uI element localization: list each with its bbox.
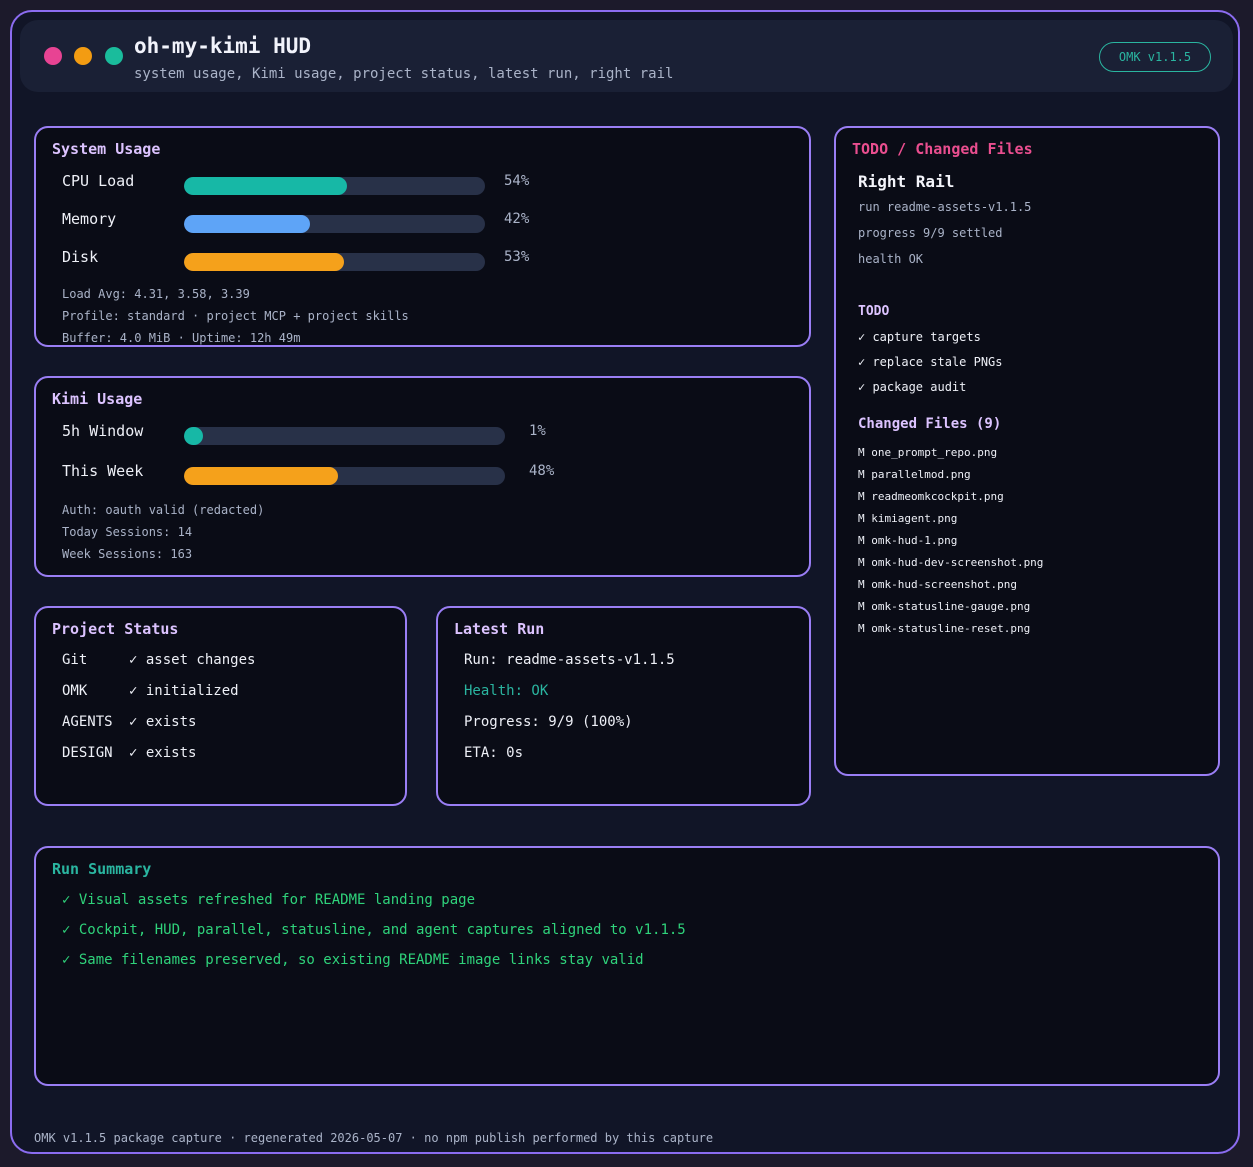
- todo-item[interactable]: ✓ package audit: [858, 380, 966, 394]
- cpu-load-percent: 54%: [504, 173, 530, 189]
- app-title: oh-my-kimi HUD: [134, 34, 312, 58]
- today-sessions: Today Sessions: 14: [62, 525, 193, 539]
- app-subtitle: system usage, Kimi usage, project status…: [134, 66, 674, 82]
- rail-health: health OK: [858, 252, 924, 266]
- project-status-title: Project Status: [52, 620, 179, 638]
- this-week-label: This Week: [62, 462, 144, 480]
- profile-info: Profile: standard · project MCP + projec…: [62, 309, 409, 323]
- cpu-load-fill: [184, 177, 347, 195]
- right-rail-heading: Right Rail: [858, 172, 955, 191]
- summary-line: ✓ Same filenames preserved, so existing …: [62, 952, 644, 968]
- system-usage-title: System Usage: [52, 140, 161, 158]
- disk-percent: 53%: [504, 249, 530, 265]
- right-rail-panel: TODO / Changed Files Right Rail run read…: [834, 126, 1220, 776]
- system-usage-panel: System Usage CPU Load 54% Memory 42% Dis…: [34, 126, 811, 347]
- five-hour-window-label: 5h Window: [62, 422, 144, 440]
- summary-line: ✓ Visual assets refreshed for README lan…: [62, 892, 476, 908]
- rail-run: run readme-assets-v1.1.5: [858, 200, 1032, 214]
- summary-line: ✓ Cockpit, HUD, parallel, statusline, an…: [62, 922, 686, 938]
- hud-header: oh-my-kimi HUD system usage, Kimi usage,…: [20, 20, 1233, 92]
- cpu-load-label: CPU Load: [62, 172, 135, 190]
- status-key: OMK: [62, 683, 88, 699]
- status-value: ✓ initialized: [129, 683, 239, 699]
- changed-file-item[interactable]: M omk-hud-screenshot.png: [858, 578, 1017, 591]
- disk-bar: [184, 253, 485, 271]
- changed-file-item[interactable]: M kimiagent.png: [858, 512, 957, 525]
- version-badge: OMK v1.1.5: [1099, 42, 1211, 72]
- status-key: DESIGN: [62, 745, 113, 761]
- footer-note: OMK v1.1.5 package capture · regenerated…: [34, 1131, 714, 1145]
- memory-fill: [184, 215, 311, 233]
- this-week-fill: [184, 467, 339, 485]
- changed-file-item[interactable]: M omk-hud-dev-screenshot.png: [858, 556, 1043, 569]
- changed-file-item[interactable]: M readmeomkcockpit.png: [858, 490, 1004, 503]
- changed-files-heading: Changed Files (9): [858, 416, 1002, 432]
- memory-label: Memory: [62, 210, 117, 228]
- status-key: AGENTS: [62, 714, 113, 730]
- disk-label: Disk: [62, 248, 99, 266]
- latest-run-title: Latest Run: [454, 620, 545, 638]
- run-name: Run: readme-assets-v1.1.5: [464, 652, 675, 668]
- run-eta: ETA: 0s: [464, 745, 524, 761]
- status-value: ✓ asset changes: [129, 652, 256, 668]
- maximize-dot-icon[interactable]: [105, 47, 123, 65]
- run-health: Health: OK: [464, 683, 549, 699]
- changed-file-item[interactable]: M parallelmod.png: [858, 468, 971, 481]
- latest-run-panel: Latest Run Run: readme-assets-v1.1.5 Hea…: [436, 606, 811, 806]
- five-hour-window-percent: 1%: [529, 423, 546, 439]
- changed-file-item[interactable]: M omk-statusline-reset.png: [858, 622, 1030, 635]
- run-summary-title: Run Summary: [52, 860, 152, 878]
- close-dot-icon[interactable]: [44, 47, 62, 65]
- this-week-bar: [184, 467, 505, 485]
- todo-heading: TODO: [858, 304, 890, 319]
- five-hour-window-bar: [184, 427, 505, 445]
- project-status-panel: Project Status Git ✓ asset changes OMK ✓…: [34, 606, 407, 806]
- five-hour-window-fill: [184, 427, 204, 445]
- status-value: ✓ exists: [129, 714, 197, 730]
- kimi-usage-panel: Kimi Usage 5h Window 1% This Week 48% Au…: [34, 376, 811, 577]
- run-progress: Progress: 9/9 (100%): [464, 714, 633, 730]
- disk-fill: [184, 253, 344, 271]
- todo-item[interactable]: ✓ replace stale PNGs: [858, 355, 1003, 369]
- changed-file-item[interactable]: M one_prompt_repo.png: [858, 446, 997, 459]
- status-value: ✓ exists: [129, 745, 197, 761]
- auth-status: Auth: oauth valid (redacted): [62, 503, 265, 517]
- status-key: Git: [62, 652, 88, 668]
- changed-file-item[interactable]: M omk-hud-1.png: [858, 534, 957, 547]
- this-week-percent: 48%: [529, 463, 555, 479]
- todo-item[interactable]: ✓ capture targets: [858, 330, 981, 344]
- memory-bar: [184, 215, 485, 233]
- minimize-dot-icon[interactable]: [74, 47, 92, 65]
- buffer-uptime: Buffer: 4.0 MiB · Uptime: 12h 49m: [62, 331, 301, 345]
- kimi-usage-title: Kimi Usage: [52, 390, 143, 408]
- changed-file-item[interactable]: M omk-statusline-gauge.png: [858, 600, 1030, 613]
- run-summary-panel: Run Summary ✓ Visual assets refreshed fo…: [34, 846, 1220, 1086]
- load-average: Load Avg: 4.31, 3.58, 3.39: [62, 287, 250, 301]
- memory-percent: 42%: [504, 211, 530, 227]
- rail-progress: progress 9/9 settled: [858, 226, 1003, 240]
- right-rail-title: TODO / Changed Files: [852, 140, 1033, 158]
- week-sessions: Week Sessions: 163: [62, 547, 193, 561]
- cpu-load-bar: [184, 177, 485, 195]
